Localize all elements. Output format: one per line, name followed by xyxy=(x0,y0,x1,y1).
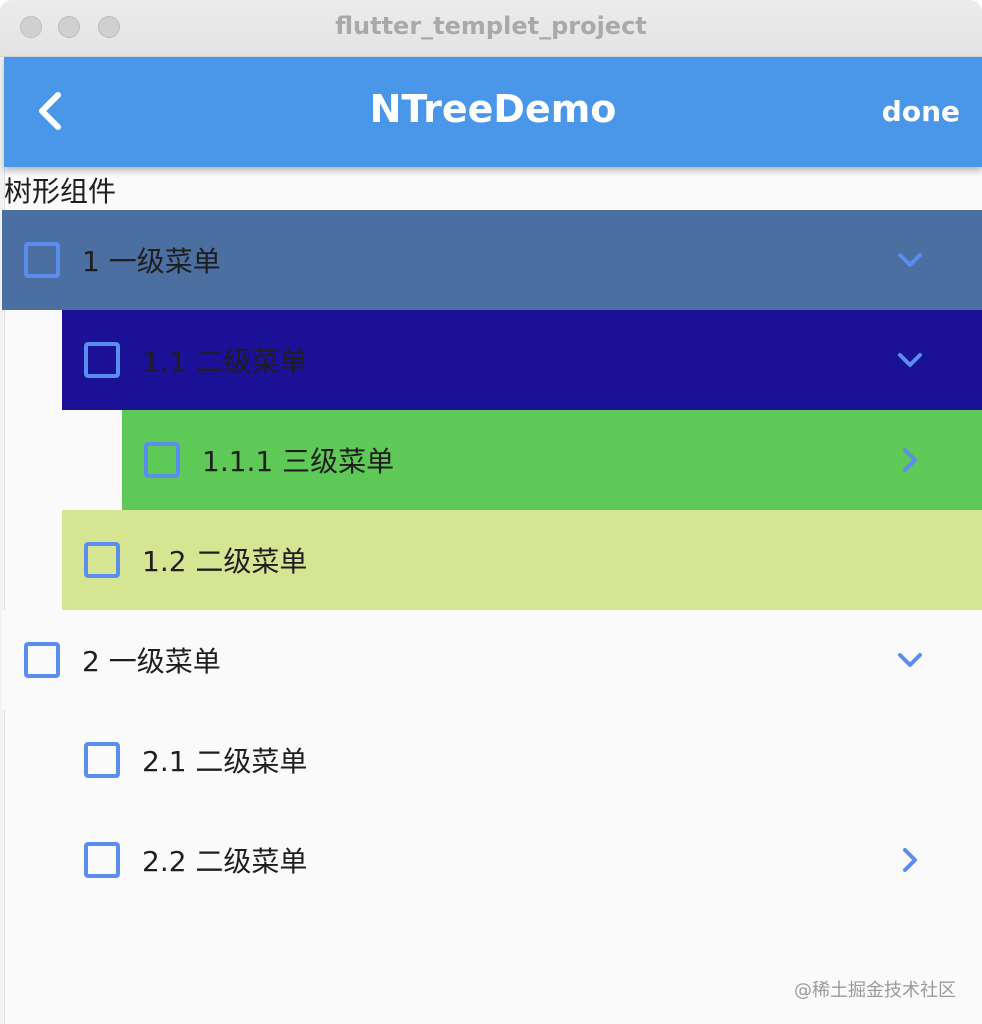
app-bar: NTreeDemo done xyxy=(4,57,982,167)
section-heading: 树形组件 xyxy=(4,175,117,208)
tree-row[interactable]: 2 一级菜单 xyxy=(2,610,982,710)
tree-row-checkbox[interactable] xyxy=(84,542,120,578)
chevron-down-icon[interactable] xyxy=(894,344,926,376)
chevron-right-icon[interactable] xyxy=(894,844,926,876)
page-title: NTreeDemo xyxy=(369,87,617,131)
tree-row-checkbox[interactable] xyxy=(24,242,60,278)
tree-row-checkbox[interactable] xyxy=(24,642,60,678)
tree-row-label: 1.2 二级菜单 xyxy=(142,545,308,578)
tree-row[interactable]: 1.1 二级菜单 xyxy=(62,310,982,410)
tree-row[interactable]: 1.2 二级菜单 xyxy=(62,510,982,610)
tree-row[interactable]: 2.1 二级菜单 xyxy=(62,710,982,810)
tree-row-label: 2 一级菜单 xyxy=(82,645,221,678)
chevron-right-icon[interactable] xyxy=(894,444,926,476)
tree-row-checkbox[interactable] xyxy=(84,842,120,878)
chevron-down-icon[interactable] xyxy=(894,244,926,276)
tree-row[interactable]: 1.1.1 三级菜单 xyxy=(122,410,982,510)
tree-row[interactable]: 2.2 二级菜单 xyxy=(62,810,982,910)
window-title: flutter_templet_project xyxy=(335,12,647,40)
tree-row-label: 2.1 二级菜单 xyxy=(142,745,308,778)
chevron-down-icon[interactable] xyxy=(894,644,926,676)
tree-row-label: 1.1.1 三级菜单 xyxy=(202,445,395,478)
tree-row-label: 2.2 二级菜单 xyxy=(142,845,308,878)
tree-row-label: 1.1 二级菜单 xyxy=(142,345,308,378)
tree-row-checkbox[interactable] xyxy=(84,342,120,378)
window-titlebar: flutter_templet_project xyxy=(0,0,982,57)
tree-row-checkbox[interactable] xyxy=(84,742,120,778)
done-button[interactable]: done xyxy=(882,95,960,128)
tree-row[interactable]: 1 一级菜单 xyxy=(2,210,982,310)
watermark: @稀土掘金技术社区 xyxy=(794,980,956,1001)
tree-row-label: 1 一级菜单 xyxy=(82,245,221,278)
app-window: flutter_templet_project NTreeDemo done 树… xyxy=(0,0,982,1024)
tree-row-checkbox[interactable] xyxy=(144,442,180,478)
